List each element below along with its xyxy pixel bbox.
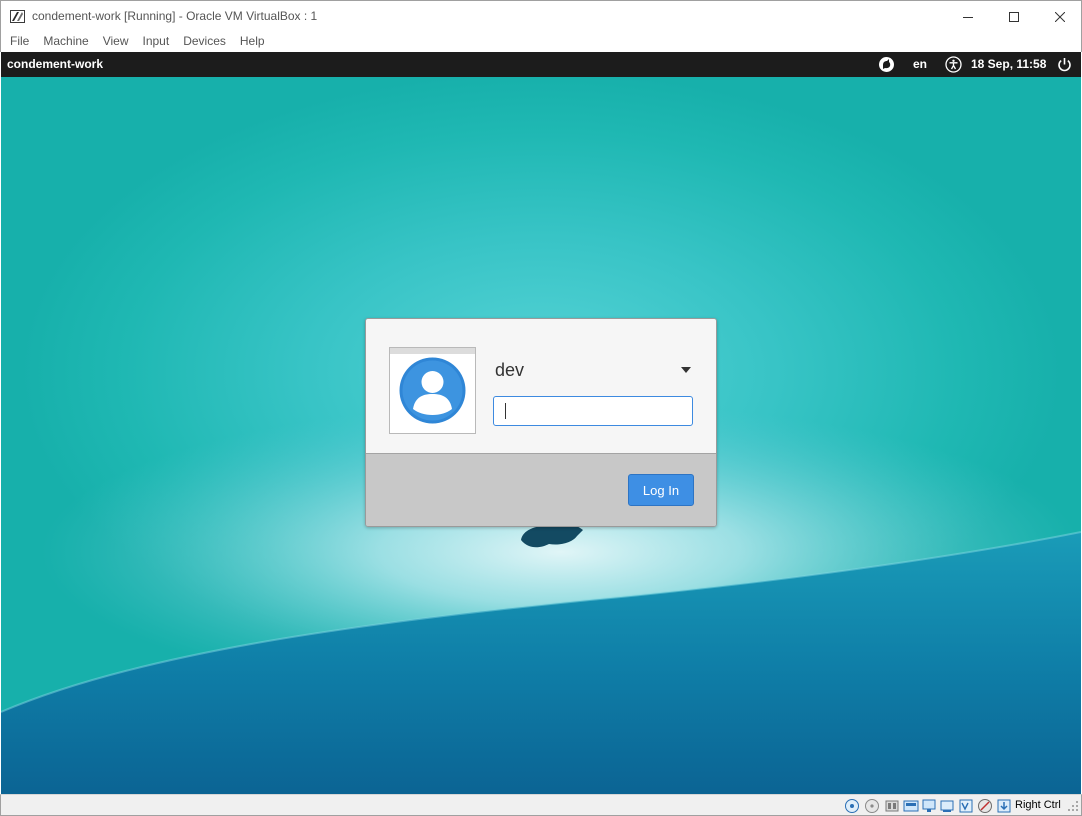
window-titlebar[interactable]: condement-work [Running] - Oracle VM Vir… — [0, 0, 1082, 31]
menu-devices[interactable]: Devices — [177, 31, 232, 52]
menu-input[interactable]: Input — [137, 31, 176, 52]
chevron-down-icon — [681, 367, 691, 373]
resize-grip-icon[interactable] — [1067, 799, 1079, 813]
login-dialog: dev Log In — [365, 318, 717, 527]
power-icon[interactable] — [1056, 56, 1073, 73]
accessibility-icon[interactable] — [945, 56, 962, 73]
host-key-label[interactable]: Right Ctrl — [1015, 799, 1061, 811]
optical-drive-icon[interactable] — [864, 798, 880, 814]
user-avatar — [389, 347, 476, 434]
keyboard-layout-indicator[interactable]: en — [913, 57, 927, 71]
minimize-icon — [963, 16, 973, 18]
maximize-icon — [1009, 11, 1019, 22]
login-dialog-bottom: Log In — [366, 454, 716, 526]
onboard-keyboard-icon[interactable] — [878, 56, 895, 73]
display-icon[interactable] — [958, 798, 974, 814]
shared-folders-icon[interactable] — [939, 798, 955, 814]
host-key-arrow-icon[interactable] — [996, 798, 1012, 814]
vm-status-bar: Right Ctrl — [0, 794, 1082, 816]
window-title: condement-work [Running] - Oracle VM Vir… — [32, 9, 318, 23]
hard-disk-icon[interactable] — [844, 798, 860, 814]
audio-icon[interactable] — [884, 798, 900, 814]
text-cursor — [505, 403, 506, 419]
menu-help[interactable]: Help — [234, 31, 271, 52]
log-in-button[interactable]: Log In — [628, 474, 694, 506]
network-icon[interactable] — [903, 798, 919, 814]
close-button[interactable] — [1037, 1, 1082, 32]
username-label: dev — [495, 360, 525, 380]
password-input[interactable] — [493, 396, 693, 426]
usb-icon[interactable] — [921, 798, 937, 814]
close-icon — [1055, 11, 1065, 22]
user-avatar-icon — [399, 357, 466, 424]
menu-bar: File Machine View Input Devices Help — [0, 31, 1082, 52]
user-select-dropdown[interactable] — [676, 363, 696, 377]
maximize-button[interactable] — [991, 1, 1037, 32]
avatar-header-strip — [390, 348, 475, 354]
vm-display[interactable]: condement-work en 18 Sep, 11:58 dev Log … — [1, 52, 1081, 794]
menu-file[interactable]: File — [4, 31, 35, 52]
login-dialog-top: dev — [366, 319, 716, 454]
menu-view[interactable]: View — [97, 31, 135, 52]
login-top-panel: condement-work en 18 Sep, 11:58 — [1, 52, 1081, 77]
menu-machine[interactable]: Machine — [37, 31, 94, 52]
hostname-label: condement-work — [7, 57, 104, 71]
virtualbox-app-icon[interactable] — [9, 8, 26, 25]
minimize-button[interactable] — [945, 1, 991, 32]
video-capture-icon[interactable] — [977, 798, 993, 814]
clock-label[interactable]: 18 Sep, 11:58 — [971, 57, 1046, 71]
